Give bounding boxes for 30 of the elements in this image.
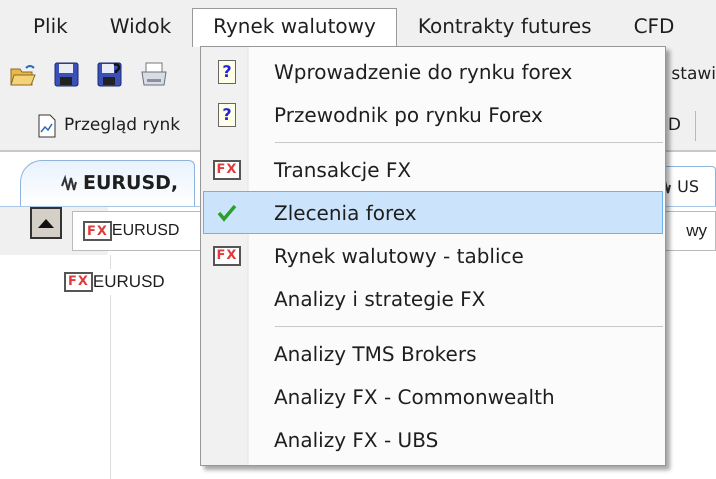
- up-triangle-icon: [38, 218, 54, 228]
- menu-item[interactable]: Widok: [88, 8, 192, 47]
- menu-item[interactable]: Plik: [12, 8, 89, 47]
- collapse-button[interactable]: [30, 207, 62, 239]
- menu-item[interactable]: Analizy i strategie FX: [203, 277, 663, 320]
- printer-icon[interactable]: [140, 62, 168, 87]
- toolbar-label[interactable]: stawi: [671, 62, 716, 88]
- chart-tab[interactable]: EURUSD,: [20, 160, 196, 206]
- menu-item[interactable]: CFD: [612, 8, 696, 47]
- document-chart-icon[interactable]: [38, 114, 56, 138]
- menu-item[interactable]: Rynek walutowy: [192, 8, 397, 47]
- menu-item[interactable]: ? Wprowadzenie do rynku forex: [203, 50, 663, 93]
- menu-item[interactable]: Zlecenia forex: [203, 191, 663, 234]
- fx-icon: FX: [64, 272, 93, 292]
- help-icon: ?: [218, 102, 236, 126]
- folder-icon[interactable]: [10, 62, 36, 86]
- fx-icon: FX: [83, 221, 112, 241]
- help-icon: ?: [218, 60, 236, 84]
- menu-item[interactable]: ? Przewodnik po rynku Forex: [203, 93, 663, 136]
- tree-item[interactable]: EURUSD: [92, 269, 165, 294]
- combo-text: wy: [686, 220, 707, 242]
- market-overview-button[interactable]: Przegląd rynk: [38, 113, 180, 139]
- menu-item[interactable]: Analizy FX - Commonwealth: [203, 375, 663, 418]
- toolbar-label[interactable]: D: [668, 113, 681, 139]
- menu-item[interactable]: Analizy TMS Brokers: [203, 332, 663, 375]
- menu-item[interactable]: Kontrakty futures: [396, 8, 613, 47]
- fx-icon: FX: [212, 246, 242, 266]
- menu-item[interactable]: FX Rynek walutowy - tablice: [203, 234, 663, 277]
- menu-item[interactable]: Analizy FX - UBS: [203, 418, 663, 461]
- fx-icon: FX: [212, 160, 242, 180]
